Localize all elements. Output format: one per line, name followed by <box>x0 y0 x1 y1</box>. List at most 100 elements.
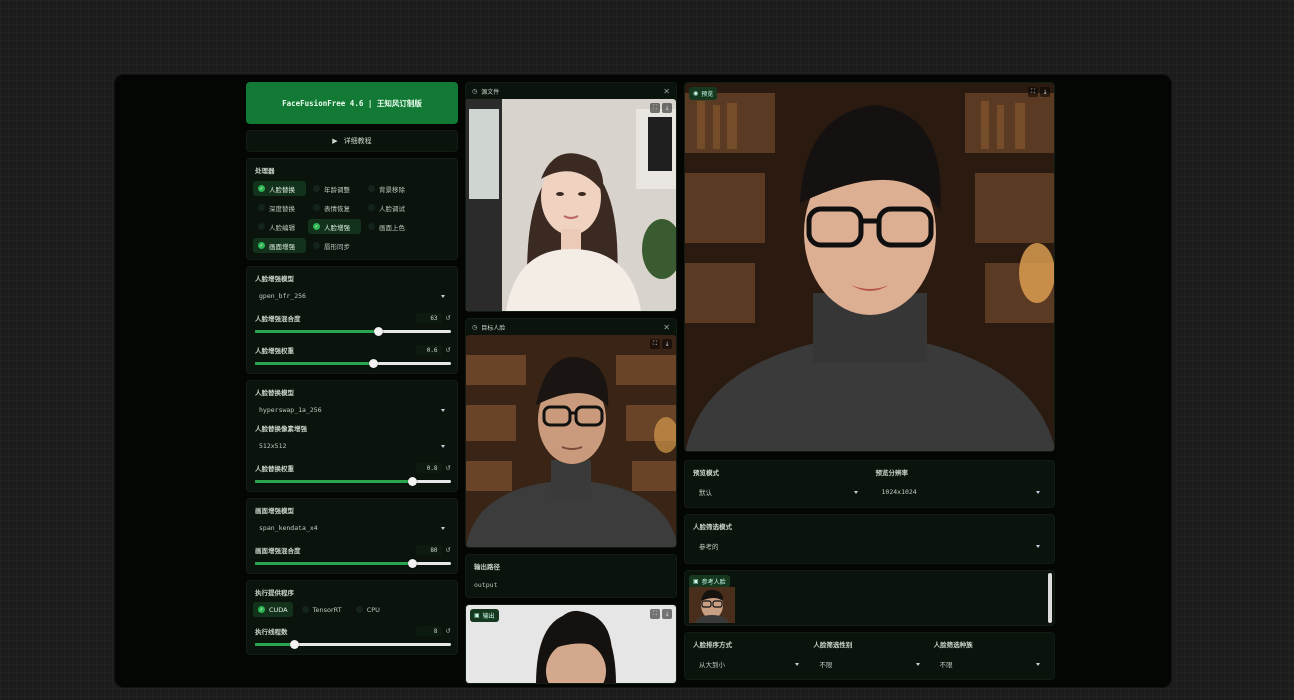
image-tools: ⛶ ↓ <box>650 609 672 619</box>
execution-providers: ✓ CUDA TensorRT CPU <box>247 597 457 622</box>
slider-track[interactable] <box>255 359 451 368</box>
check-icon <box>368 223 375 230</box>
face-swapper-pixel-select[interactable]: 512x512 <box>253 437 451 455</box>
close-icon[interactable]: ✕ <box>663 87 670 96</box>
preview-label: 预览 <box>701 91 714 98</box>
check-icon <box>368 204 375 211</box>
frame-enhancer-card: 画面增强模型 span_kendata_x4 画面增强混合度 80 ↺ <box>246 498 458 574</box>
processor-checkbox[interactable]: ✓ 画面增强 <box>253 238 306 253</box>
slider-thumb[interactable] <box>368 359 378 368</box>
output-path-input[interactable]: output <box>474 581 668 589</box>
fullscreen-icon[interactable]: ⛶ <box>1028 87 1038 97</box>
slider-track[interactable] <box>255 477 451 486</box>
slider-track[interactable] <box>255 327 451 336</box>
chevron-down-icon <box>441 294 445 298</box>
image-tools: ⛶ ↓ <box>1028 87 1050 97</box>
face-swapper-model-label: 人脸替换模型 <box>255 389 294 397</box>
check-icon: ✓ <box>258 185 265 192</box>
output-path-label: 输出路径 <box>474 563 500 571</box>
frame-enhancer-model-label: 画面增强模型 <box>255 507 294 515</box>
download-icon[interactable]: ↓ <box>662 609 672 619</box>
processor-label: 背景移除 <box>379 185 405 194</box>
reset-icon[interactable]: ↺ <box>446 346 451 354</box>
preview-panel: ◉ 预览 ⛶ ↓ <box>684 82 1055 452</box>
target-label: 目标人脸 <box>481 324 506 332</box>
slider-thumb[interactable] <box>374 327 384 336</box>
download-icon[interactable]: ↓ <box>1040 87 1050 97</box>
slider-label: 人脸替换权重 <box>255 465 294 473</box>
frame-enhancer-model-select[interactable]: span_kendata_x4 <box>253 519 451 537</box>
processor-checkbox[interactable]: 背景移除 <box>363 181 416 196</box>
processor-label: 人脸调试 <box>379 204 405 213</box>
processors-grid: ✓ 人脸替换 年龄调整 背景移除 深度替换 表情恢复 人脸调试 人脸编辑 ✓ 人脸增… <box>247 175 457 259</box>
face-swapper-model-select[interactable]: hyperswap_1a_256 <box>253 401 451 419</box>
number-input[interactable]: 80 <box>415 545 442 555</box>
provider-checkbox[interactable]: CPU <box>351 602 385 617</box>
frame-enhancer-blend-slider: 画面增强混合度 80 ↺ <box>247 541 457 573</box>
number-input[interactable]: 63 <box>415 313 442 323</box>
face-enhancer-model-select[interactable]: gpen_bfr_256 <box>253 287 451 305</box>
provider-checkbox[interactable]: TensorRT <box>297 602 347 617</box>
chevron-down-icon <box>1035 662 1040 666</box>
scrollbar[interactable] <box>1048 573 1052 623</box>
processor-checkbox[interactable]: ✓ 人脸替换 <box>253 181 306 196</box>
fullscreen-icon[interactable]: ⛶ <box>650 609 660 619</box>
execution-providers-label: 执行提供程序 <box>255 589 294 597</box>
preview-mode-label: 预览模式 <box>693 469 719 477</box>
fullscreen-icon[interactable]: ⛶ <box>650 339 660 349</box>
preview-resolution-select[interactable]: 1024x1024 <box>876 483 1047 501</box>
select-value: gpen_bfr_256 <box>259 292 306 300</box>
number-input[interactable]: 0.8 <box>415 463 442 473</box>
slider-fill <box>255 362 373 365</box>
reset-icon[interactable]: ↺ <box>446 314 451 322</box>
slider-thumb[interactable] <box>407 559 417 568</box>
select-value: 不限 <box>939 661 953 669</box>
close-icon[interactable]: ✕ <box>663 323 670 332</box>
reference-face-thumbnail[interactable] <box>689 587 735 623</box>
face-race-select[interactable]: 不限 <box>934 655 1046 673</box>
download-icon[interactable]: ↓ <box>662 103 672 113</box>
face-enhancer-card: 人脸增强模型 gpen_bfr_256 人脸增强混合度 63 ↺ 人脸增强权重 0… <box>246 266 458 374</box>
processor-checkbox[interactable]: 表情恢复 <box>308 200 361 215</box>
reset-icon[interactable]: ↺ <box>446 627 451 635</box>
face-gender-label: 人脸筛选性别 <box>813 641 853 649</box>
tutorial-button[interactable]: ▶ 详细教程 <box>246 130 458 152</box>
face-selector-select[interactable]: 参考的 <box>693 537 1046 555</box>
face-race-label: 人脸筛选种族 <box>933 641 973 649</box>
download-icon[interactable]: ↓ <box>662 339 672 349</box>
processor-checkbox[interactable]: 深度替换 <box>253 200 306 215</box>
select-value: 不限 <box>819 661 833 669</box>
slider-track[interactable] <box>255 559 451 568</box>
provider-checkbox[interactable]: ✓ CUDA <box>253 602 293 617</box>
processor-label: 画面上色 <box>379 223 405 232</box>
processor-checkbox[interactable]: ✓ 人脸增强 <box>308 219 361 234</box>
reset-icon[interactable]: ↺ <box>446 464 451 472</box>
chevron-down-icon <box>441 444 445 448</box>
chevron-down-icon <box>441 408 445 412</box>
preview-resolution-label: 预览分辨率 <box>875 469 909 477</box>
chevron-down-icon <box>795 662 800 666</box>
processor-checkbox[interactable]: 年龄调整 <box>308 181 361 196</box>
image-tools: ⛶ ↓ <box>650 103 672 113</box>
reference-face-card: ▣ 参考人脸 <box>684 570 1055 626</box>
output-panel: ▣ 输出 ⛶ ↓ <box>465 604 677 684</box>
source-label: 源文件 <box>481 88 500 96</box>
provider-label: TensorRT <box>312 605 342 614</box>
preview-mode-select[interactable]: 默认 <box>693 483 864 501</box>
processor-checkbox[interactable]: 人脸编辑 <box>253 219 306 234</box>
slider-thumb[interactable] <box>407 477 417 486</box>
processor-label: 唇形同步 <box>324 242 350 251</box>
fullscreen-icon[interactable]: ⛶ <box>650 103 660 113</box>
processor-label: 深度替换 <box>269 204 295 213</box>
slider-track[interactable] <box>255 640 451 649</box>
slider-thumb[interactable] <box>290 640 300 649</box>
face-swapper-weight-slider: 人脸替换权重 0.8 ↺ <box>247 459 457 491</box>
processor-checkbox[interactable]: 唇形同步 <box>308 238 361 253</box>
face-gender-select[interactable]: 不限 <box>813 655 925 673</box>
reset-icon[interactable]: ↺ <box>446 546 451 554</box>
face-order-select[interactable]: 从大到小 <box>693 655 805 673</box>
processor-checkbox[interactable]: 画面上色 <box>363 219 416 234</box>
processor-checkbox[interactable]: 人脸调试 <box>363 200 416 215</box>
number-input[interactable]: 0.6 <box>415 345 442 355</box>
number-input[interactable]: 8 <box>415 626 442 636</box>
